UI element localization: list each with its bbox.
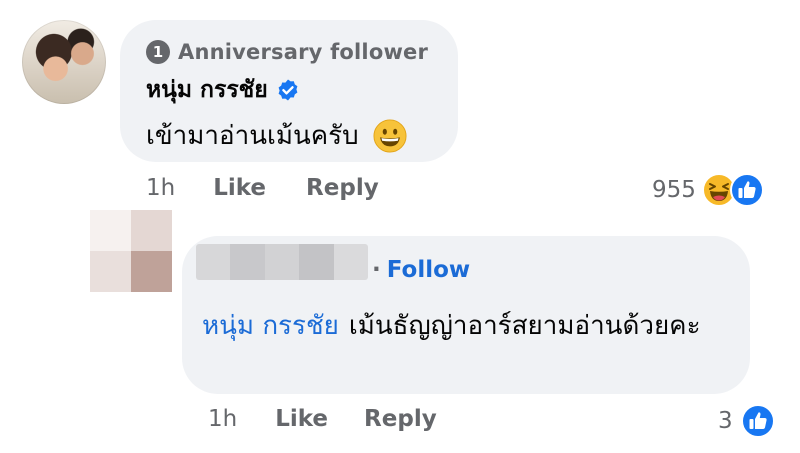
anniversary-badge-icon: 1 <box>146 40 170 64</box>
reply-text-block: หนุ่ม กรรชัย เม้นธัญญ่าอาร์สยามอ่านด้วยคะ <box>202 300 732 352</box>
follow-link[interactable]: · Follow <box>372 257 470 283</box>
comment-reactions[interactable]: 955 <box>652 173 764 207</box>
commenter-avatar[interactable] <box>22 20 106 104</box>
reaction-count: 955 <box>652 177 696 203</box>
reply-reactions[interactable]: 3 <box>718 404 775 438</box>
reply-avatar-blurred[interactable] <box>90 210 172 292</box>
reply-author-name-blurred[interactable] <box>196 244 368 280</box>
like-icon <box>729 173 764 207</box>
reaction-count: 3 <box>718 408 733 434</box>
reaction-icons <box>701 173 764 207</box>
reply-actions: 1h Like Reply <box>208 406 437 432</box>
comment-reply-button[interactable]: Reply <box>306 175 379 201</box>
comment-actions: 1h Like Reply <box>146 175 379 201</box>
reply-reply-button[interactable]: Reply <box>364 406 437 432</box>
follow-label[interactable]: Follow <box>387 257 470 283</box>
comment-like-button[interactable]: Like <box>213 175 266 201</box>
reply-like-button[interactable]: Like <box>275 406 328 432</box>
like-icon <box>740 404 775 438</box>
follow-separator: · <box>372 257 381 283</box>
comment-text-row: เข้ามาอ่านเม้นครับ <box>146 115 407 156</box>
reply-mention[interactable]: หนุ่ม กรรชัย <box>202 311 339 341</box>
reply-text: เม้นธัญญ่าอาร์สยามอ่านด้วยคะ <box>348 311 701 341</box>
anniversary-follower-badge: 1 Anniversary follower <box>146 38 428 66</box>
badge-label: Anniversary follower <box>178 40 429 64</box>
grinning-face-icon <box>373 118 407 153</box>
comment-author-name[interactable]: หนุ่ม กรรชัย <box>146 72 268 108</box>
comment-timestamp[interactable]: 1h <box>146 175 175 201</box>
comment-author-row: หนุ่ม กรรชัย <box>146 72 300 108</box>
comment-text: เข้ามาอ่านเม้นครับ <box>146 121 359 151</box>
reply-timestamp[interactable]: 1h <box>208 406 237 432</box>
verified-check-icon <box>276 78 300 102</box>
